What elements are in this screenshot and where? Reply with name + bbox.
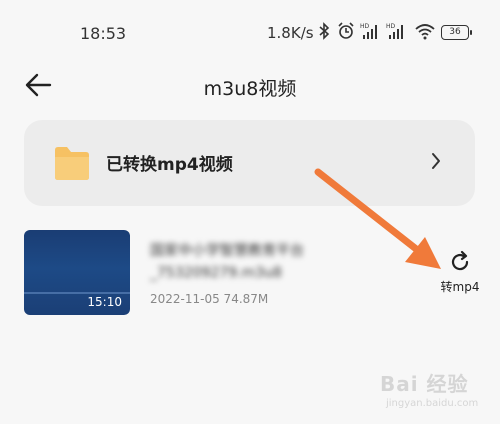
status-time: 18:53 [80,24,127,43]
file-name: 国家中小学智慧教育平台 _753209279.m3u8 [150,240,350,284]
watermark-text: Bai 经验 [380,372,469,396]
file-meta: 2022-11-05 74.87M [150,292,269,306]
svg-text:HD: HD [386,23,396,30]
battery-level: 36 [449,27,461,37]
svg-text:HD: HD [360,23,370,30]
bluetooth-icon [319,22,330,40]
watermark-logo: Bai 经验 jingyan.baidu.com [380,368,495,420]
wifi-icon [415,24,435,40]
refresh-icon [451,250,469,271]
video-thumbnail[interactable]: 15:10 [24,230,130,315]
chevron-right-icon [432,153,440,169]
page-title: m3u8视频 [203,78,297,100]
status-bar: 18:53 1.8K/s HD HD 36 [0,0,500,62]
file-name-line1: 国家中小学智慧教育平台 [150,243,304,259]
video-duration: 15:10 [87,295,122,309]
file-name-line2: _753209279.m3u8 [150,265,282,281]
convert-label: 转mp4 [440,280,480,294]
list-item[interactable]: 15:10 国家中小学智慧教育平台 _753209279.m3u8 2022-1… [0,222,500,322]
converted-mp4-folder[interactable]: 已转换mp4视频 [24,120,475,206]
convert-to-mp4-button[interactable]: 转mp4 [430,250,490,300]
signal-hd-icon: HD [386,23,403,39]
battery-icon: 36 [441,25,472,40]
watermark-sub: jingyan.baidu.com [386,398,479,409]
title-bar: m3u8视频 [0,62,500,112]
folder-icon [55,147,89,180]
network-speed: 1.8K/s [267,24,314,42]
signal-hd-icon: HD [360,23,377,39]
folder-label: 已转换mp4视频 [106,155,233,175]
alarm-icon [338,22,354,39]
